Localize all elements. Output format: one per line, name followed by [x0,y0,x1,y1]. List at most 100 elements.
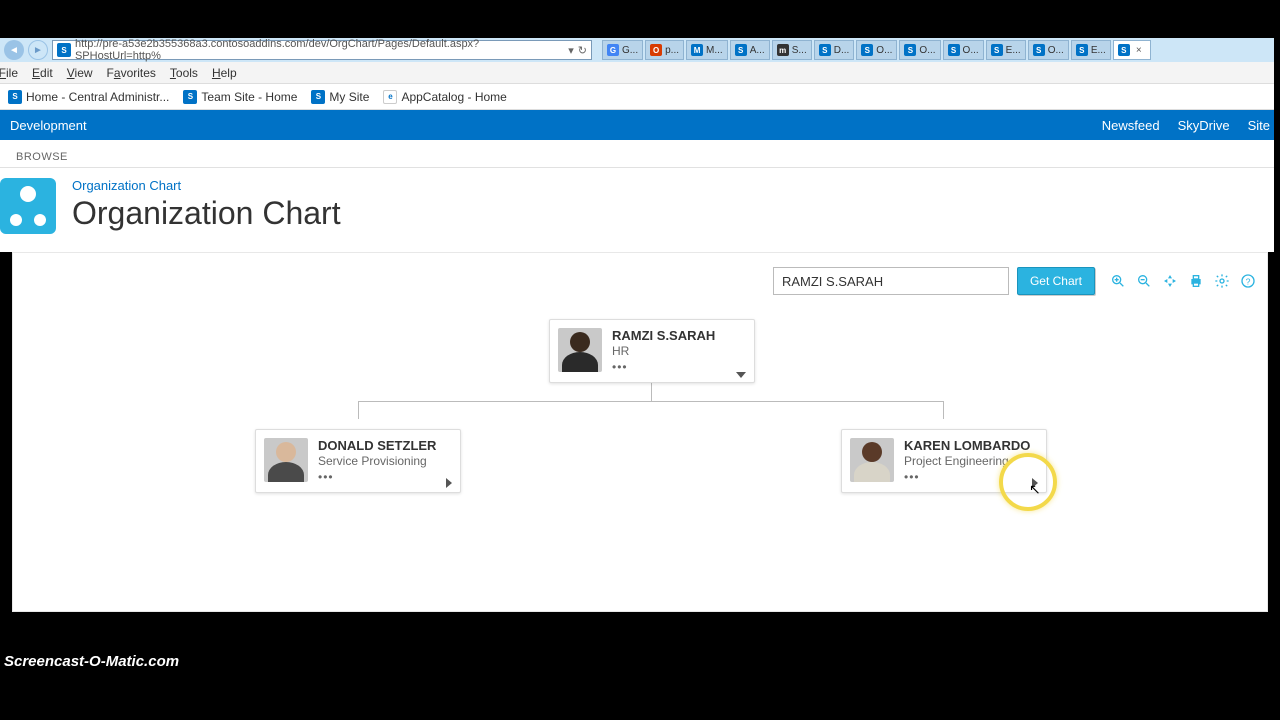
tab-favicon: S [1033,44,1045,56]
more-icon[interactable]: ••• [612,360,715,374]
suite-left[interactable]: Development [10,118,87,133]
browser-tab[interactable]: SE... [986,40,1026,60]
suite-link[interactable]: SkyDrive [1178,118,1230,133]
browser-tab[interactable]: mS... [772,40,812,60]
node-dept: Project Engineering [904,454,1030,468]
svg-text:?: ? [1246,276,1251,286]
browser-tab[interactable]: S× [1113,40,1151,60]
tab-label: S... [792,45,807,56]
more-icon[interactable]: ••• [904,470,1030,484]
favorite-link[interactable]: e AppCatalog - Home [383,90,506,104]
tab-favicon: S [1076,44,1088,56]
tab-label: A... [750,45,765,56]
menu-bar: Fil File Edit View Favorites Tools Help [0,62,1280,84]
avatar [264,438,308,482]
help-icon[interactable]: ? [1239,272,1257,290]
browser-tab[interactable]: Op... [645,40,684,60]
avatar [558,328,602,372]
dropdown-icon[interactable]: ▾ [568,44,574,57]
org-node-root[interactable]: RAMZI S.SARAH HR ••• [549,319,755,383]
nav-back-button[interactable]: ◄ [4,40,24,60]
tab-favicon: S [904,44,916,56]
tab-label: O... [1048,45,1064,56]
print-icon[interactable] [1187,272,1205,290]
menu-file[interactable]: File [0,66,18,80]
get-chart-button[interactable]: Get Chart [1017,267,1095,295]
tab-favicon: S [735,44,747,56]
browser-tab[interactable]: SO... [899,40,940,60]
favorite-label: AppCatalog - Home [401,90,506,104]
sharepoint-favicon: S [311,90,325,104]
favorite-link[interactable]: S Team Site - Home [183,90,297,104]
favorite-link[interactable]: SHome - Central Administr... [8,90,169,104]
tab-favicon: m [777,44,789,56]
browser-tab[interactable]: MM... [686,40,728,60]
sharepoint-favicon: S [8,90,22,104]
breadcrumb[interactable]: Organization Chart [72,178,341,193]
expand-right-icon[interactable] [446,478,452,488]
settings-icon[interactable] [1213,272,1231,290]
ribbon-tab-browse[interactable]: BROWSE [10,147,74,167]
sharepoint-favicon: S [183,90,197,104]
address-bar[interactable]: S http://pre-a53e2b355368a3.contosoaddin… [52,40,592,60]
avatar [850,438,894,482]
sharepoint-favicon: e [383,90,397,104]
menu-favorites[interactable]: Favorites [107,66,156,80]
browser-tab[interactable]: SD... [814,40,855,60]
tab-favicon: M [691,44,703,56]
fit-icon[interactable] [1161,272,1179,290]
tab-strip: GG...Op...MM...SA...mS...SD...SO...SO...… [602,40,1151,60]
sharepoint-favicon: S [57,43,71,57]
org-node-child[interactable]: KAREN LOMBARDO Project Engineering ••• [841,429,1047,493]
node-dept: Service Provisioning [318,454,436,468]
menu-edit[interactable]: Edit [32,66,53,80]
close-icon[interactable]: × [1136,45,1142,56]
browser-tab[interactable]: SA... [730,40,770,60]
browser-tab[interactable]: SE... [1071,40,1111,60]
connector [358,401,359,419]
expand-down-icon[interactable] [736,372,746,378]
ribbon: BROWSE [0,140,1280,168]
url-text: http://pre-a53e2b355368a3.contosoaddins.… [75,38,564,62]
node-name: KAREN LOMBARDO [904,438,1030,453]
tab-favicon: O [650,44,662,56]
tab-label: G... [622,45,638,56]
browser-tab[interactable]: SO... [1028,40,1069,60]
favorite-label: My Site [329,90,369,104]
suite-bar: Development Newsfeed SkyDrive Site [0,110,1280,140]
more-icon[interactable]: ••• [318,470,436,484]
browser-chrome: ◄ ► S http://pre-a53e2b355368a3.contosoa… [0,38,1280,62]
suite-link[interactable]: Newsfeed [1102,118,1160,133]
expand-right-icon[interactable] [1032,478,1038,488]
zoom-out-icon[interactable] [1135,272,1153,290]
browser-tab[interactable]: SO... [943,40,984,60]
tab-label: O... [963,45,979,56]
favorite-link[interactable]: S My Site [311,90,369,104]
node-dept: HR [612,344,715,358]
favorites-bar: SHome - Central Administr...STeam Site -… [0,84,1280,110]
zoom-in-icon[interactable] [1109,272,1127,290]
menu-tools[interactable]: Tools [170,66,198,80]
org-node-child[interactable]: DONALD SETZLER Service Provisioning ••• [255,429,461,493]
nav-forward-button[interactable]: ► [28,40,48,60]
browser-tab[interactable]: SO... [856,40,897,60]
search-input[interactable] [773,267,1009,295]
menu-view[interactable]: View [67,66,93,80]
connector [358,401,944,402]
node-name: RAMZI S.SARAH [612,328,715,343]
org-chart-canvas: Get Chart ? RAMZI S.SARAH HR ••• [12,252,1268,612]
tab-favicon: G [607,44,619,56]
tab-favicon: S [819,44,831,56]
suite-link[interactable]: Site [1248,118,1270,133]
tab-label: E... [1006,45,1021,56]
watermark: Screencast-O-Matic.com [4,653,179,670]
favorite-label: Team Site - Home [201,90,297,104]
app-icon [0,178,56,234]
menu-help[interactable]: Help [212,66,237,80]
tab-favicon: S [861,44,873,56]
connector [651,381,652,401]
tab-label: O... [919,45,935,56]
browser-tab[interactable]: GG... [602,40,643,60]
page-header: Organization Chart Organization Chart [0,168,1280,252]
refresh-icon[interactable]: ↻ [578,44,587,57]
